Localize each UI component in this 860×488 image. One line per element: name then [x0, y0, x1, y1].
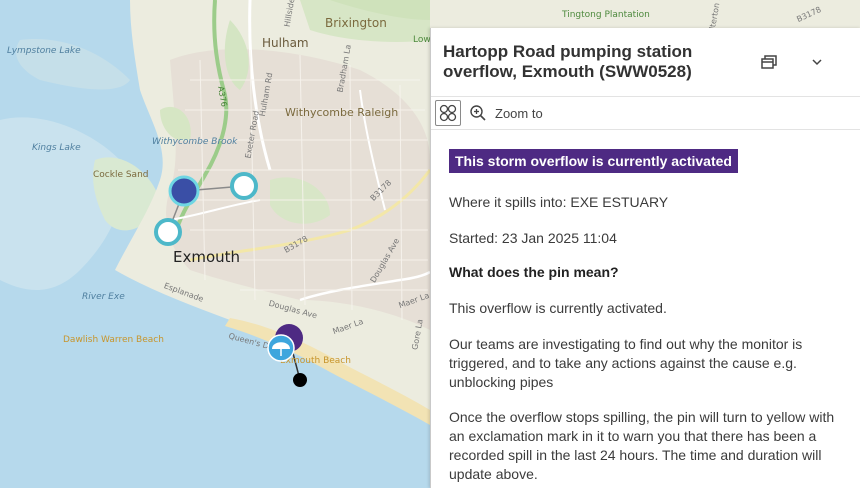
map-label-low: Low	[413, 35, 431, 45]
map-label-brixington: Brixington	[325, 16, 387, 30]
map-label-river-exe: River Exe	[82, 292, 125, 302]
dock-button[interactable]	[757, 50, 781, 74]
spills-into-text: Where it spills into: EXE ESTUARY	[449, 194, 669, 210]
status-badge: This storm overflow is currently activat…	[449, 149, 738, 173]
investigation-text: Our teams are investigating to find out …	[449, 336, 803, 390]
feature-popup-panel: Hartopp Road pumping station overflow, E…	[430, 28, 860, 488]
map-label-withycombe-raleigh: Withycombe Raleigh	[285, 106, 399, 119]
feature-menu-button[interactable]	[435, 100, 461, 126]
map-label-cockle-sand: Cockle Sand	[93, 170, 149, 180]
map-label-hulham: Hulham	[262, 36, 309, 50]
outfall-point[interactable]	[293, 373, 307, 387]
popup-header: Hartopp Road pumping station overflow, E…	[431, 28, 860, 96]
zoom-to-button[interactable]: Zoom to	[469, 103, 543, 123]
map-label-tingtong-plantation: Tingtong Plantation	[562, 10, 650, 20]
spill-stop-text: Once the overflow stops spilling, the pi…	[449, 409, 835, 482]
popup-toolbar: Zoom to	[431, 96, 860, 130]
map-label-kings-lake: Kings Lake	[32, 143, 81, 153]
grid-icon	[439, 104, 457, 122]
overflow-pin-selected[interactable]	[168, 175, 200, 207]
overflow-pin-clear[interactable]	[230, 172, 258, 200]
popup-title: Hartopp Road pumping station overflow, E…	[443, 42, 693, 81]
popup-content: This storm overflow is currently activat…	[431, 129, 860, 488]
chevron-down-icon	[812, 59, 822, 66]
map-label-withycombe-brook: Withycombe Brook	[152, 137, 238, 147]
zoom-in-icon	[470, 105, 486, 121]
map-label-exmouth: Exmouth	[173, 248, 241, 266]
beach-pin[interactable]	[267, 334, 295, 362]
overflow-pin-clear[interactable]	[154, 218, 182, 246]
pin-meaning-heading: What does the pin mean?	[449, 264, 619, 280]
pin-meaning-text: This overflow is currently activated.	[449, 300, 667, 316]
started-text: Started: 23 Jan 2025 11:04	[449, 230, 617, 246]
zoom-to-label: Zoom to	[495, 105, 543, 121]
collapse-button[interactable]	[805, 50, 829, 74]
map-label-dawlish-warren-beach: Dawlish Warren Beach	[63, 335, 164, 345]
dock-icon	[761, 55, 777, 69]
map-label-lympstone-lake: Lympstone Lake	[7, 46, 81, 56]
